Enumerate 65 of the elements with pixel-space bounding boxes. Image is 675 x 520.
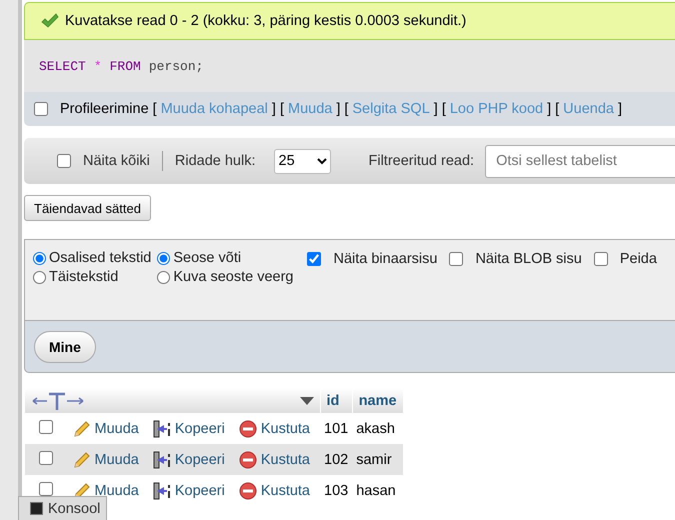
go-button[interactable]: Mine (34, 330, 96, 362)
copy-icon (152, 420, 171, 438)
column-header[interactable]: id (320, 388, 352, 413)
pencil-icon (72, 450, 90, 468)
delete-icon (238, 450, 257, 468)
checkbox[interactable] (594, 252, 608, 266)
sql-token: FROM (110, 58, 141, 74)
action-link[interactable]: Muuda (72, 420, 139, 438)
bracket: ] (336, 101, 340, 117)
action-link[interactable]: Kustuta (238, 420, 310, 438)
copy-icon (152, 482, 171, 500)
show-all-checkbox[interactable] (57, 154, 71, 168)
bracket: ] (434, 101, 438, 117)
row-checkbox[interactable] (38, 450, 52, 464)
row-checkbox[interactable] (38, 420, 52, 434)
table-cell: 101 (320, 413, 352, 444)
profiling-label: Profileerimine (60, 101, 149, 117)
column-resize-icon[interactable] (31, 392, 85, 410)
table-cell: samir (352, 444, 403, 475)
pencil-icon (72, 420, 90, 438)
copy-icon (152, 450, 171, 468)
action-link[interactable]: Kustuta (238, 482, 310, 500)
bracket: [ (280, 101, 284, 117)
bracket: ] (547, 101, 552, 117)
radio-button[interactable] (33, 252, 46, 264)
search-field[interactable]: Otsi sellest tabelist (485, 144, 675, 178)
bracket: [ (152, 101, 157, 117)
checkbox-label: Näita BLOB sisu (475, 251, 582, 267)
console-icon (30, 502, 43, 515)
radio-button[interactable] (33, 270, 46, 284)
bracket: [ (344, 101, 348, 117)
dropdown-icon[interactable] (300, 396, 314, 404)
table-cell: 102 (320, 444, 352, 475)
show-all-label: Näita kõiki (83, 153, 150, 169)
table-cell: akash (352, 413, 403, 444)
extra-options-button[interactable]: Täiendavad sätted (24, 195, 151, 221)
rows-select[interactable]: 25 (274, 148, 330, 174)
radio-label: Osalised tekstid (49, 250, 152, 266)
checkbox[interactable] (307, 252, 322, 266)
rows-label: Ridade hulk: (174, 153, 256, 169)
checkbox-label: Näita binaarsisu (333, 251, 438, 267)
radio-button[interactable] (157, 270, 170, 284)
sql-token: SELECT (39, 58, 86, 74)
action-link[interactable]: Kopeeri (152, 482, 225, 500)
delete-icon (238, 482, 257, 500)
profiling-checkbox[interactable] (34, 102, 48, 116)
bracket: ] (272, 101, 276, 117)
radio-label: Täistekstid (49, 269, 118, 285)
bracket: [ (555, 101, 560, 117)
action-link[interactable]: Kopeeri (152, 420, 225, 438)
filter-label: Filtreeritud read: (368, 153, 474, 169)
delete-icon (238, 420, 257, 438)
radio-label: Kuva seoste veerg (173, 269, 294, 285)
column-header[interactable]: name (352, 388, 403, 413)
radio-button[interactable] (157, 252, 170, 264)
checkbox-label: Peida (620, 251, 657, 267)
bracket: [ (442, 101, 446, 117)
bracket: ] (618, 101, 622, 117)
checkbox[interactable] (449, 252, 464, 266)
sql-token: * (94, 58, 102, 74)
sql-token: person; (148, 58, 204, 74)
radio-label: Seose võti (173, 250, 242, 266)
row-checkbox[interactable] (38, 482, 52, 496)
success-message: Kuvatakse read 0 - 2 (kokku: 3, päring kestis 0.0003 sekundit.) (65, 13, 466, 29)
checkmark-icon (41, 13, 59, 29)
